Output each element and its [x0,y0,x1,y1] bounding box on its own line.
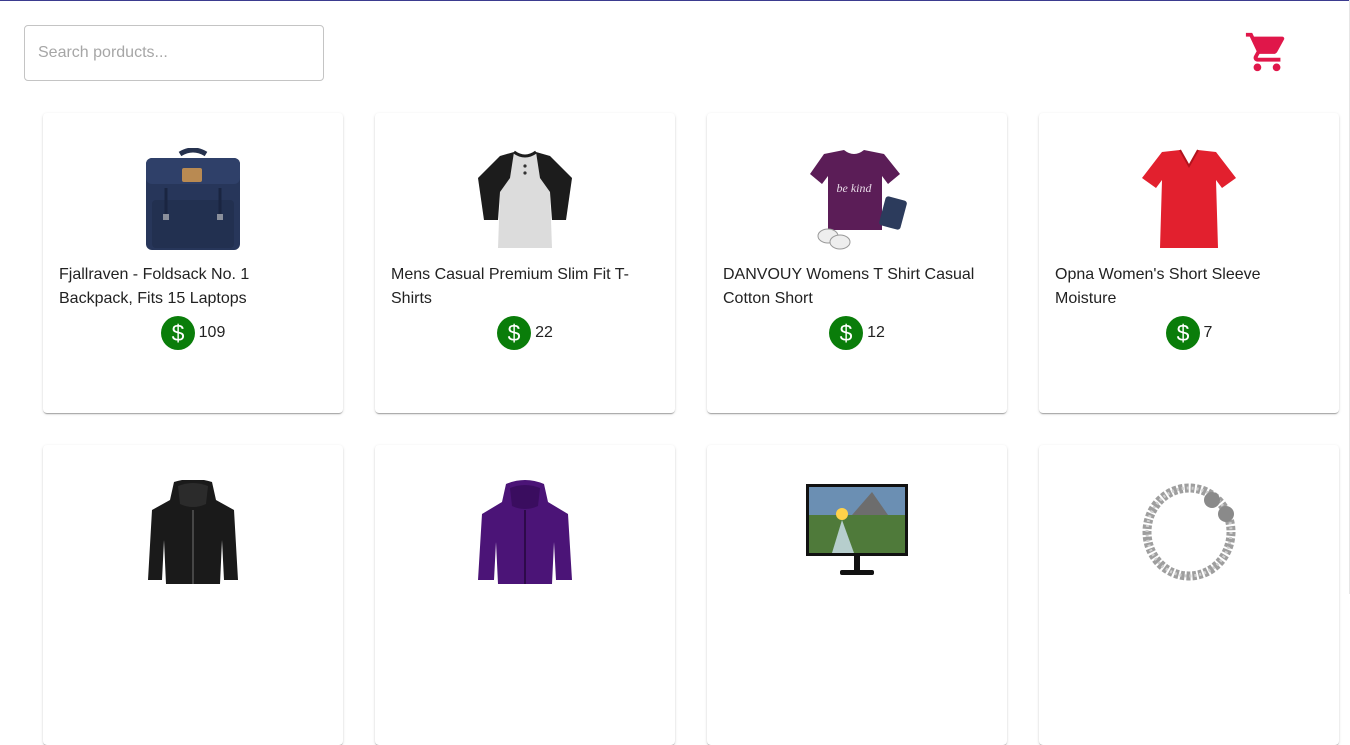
svg-text:$: $ [1176,321,1189,345]
product-card[interactable] [43,445,343,745]
product-price: $ 7 [1039,315,1339,351]
product-title: Mens Casual Premium Slim Fit T-Shirts [391,266,629,307]
svg-text:be kind: be kind [837,181,873,195]
product-image-raglan-shirt [425,145,625,255]
header [0,1,1350,101]
dollar-icon: $ [829,316,864,350]
product-card[interactable]: be kind DANVOUY Womens T Shirt Casual Co… [707,113,1007,413]
product-image-purple-tshirt: be kind [757,145,957,255]
product-image-purple-jacket [425,477,625,587]
product-image-monitor [757,477,957,587]
price-value: 22 [535,324,553,341]
product-grid: Fjallraven - Foldsack No. 1 Backpack, Fi… [43,113,1339,745]
product-card[interactable] [375,445,675,745]
dollar-icon: $ [160,316,195,350]
svg-text:$: $ [171,321,184,345]
svg-text:$: $ [508,321,521,345]
product-card[interactable] [707,445,1007,745]
dollar-icon: $ [1165,316,1200,350]
price-value: 7 [1203,324,1213,341]
shopping-cart-icon[interactable] [1244,29,1290,75]
product-card[interactable]: Opna Women's Short Sleeve Moisture $ 7 [1039,113,1339,413]
product-card[interactable] [1039,445,1339,745]
svg-text:$: $ [840,321,853,345]
product-image-red-vneck [1089,145,1289,255]
price-value: 109 [198,324,226,341]
price-value: 12 [867,324,885,341]
product-image-backpack [93,145,293,255]
product-price: $ 12 [707,315,1007,351]
product-image-chain-bracelet [1089,477,1289,587]
product-price: $ 109 [43,315,343,351]
product-card[interactable]: Mens Casual Premium Slim Fit T-Shirts $ … [375,113,675,413]
product-title: Fjallraven - Foldsack No. 1 Backpack, Fi… [59,266,250,307]
product-title: DANVOUY Womens T Shirt Casual Cotton Sho… [723,266,975,307]
product-price: $ 22 [375,315,675,351]
dollar-icon: $ [497,316,532,350]
search-input[interactable] [24,25,324,81]
product-title: Opna Women's Short Sleeve Moisture [1055,266,1261,307]
product-card[interactable]: Fjallraven - Foldsack No. 1 Backpack, Fi… [43,113,343,413]
product-image-leather-jacket [93,477,293,587]
